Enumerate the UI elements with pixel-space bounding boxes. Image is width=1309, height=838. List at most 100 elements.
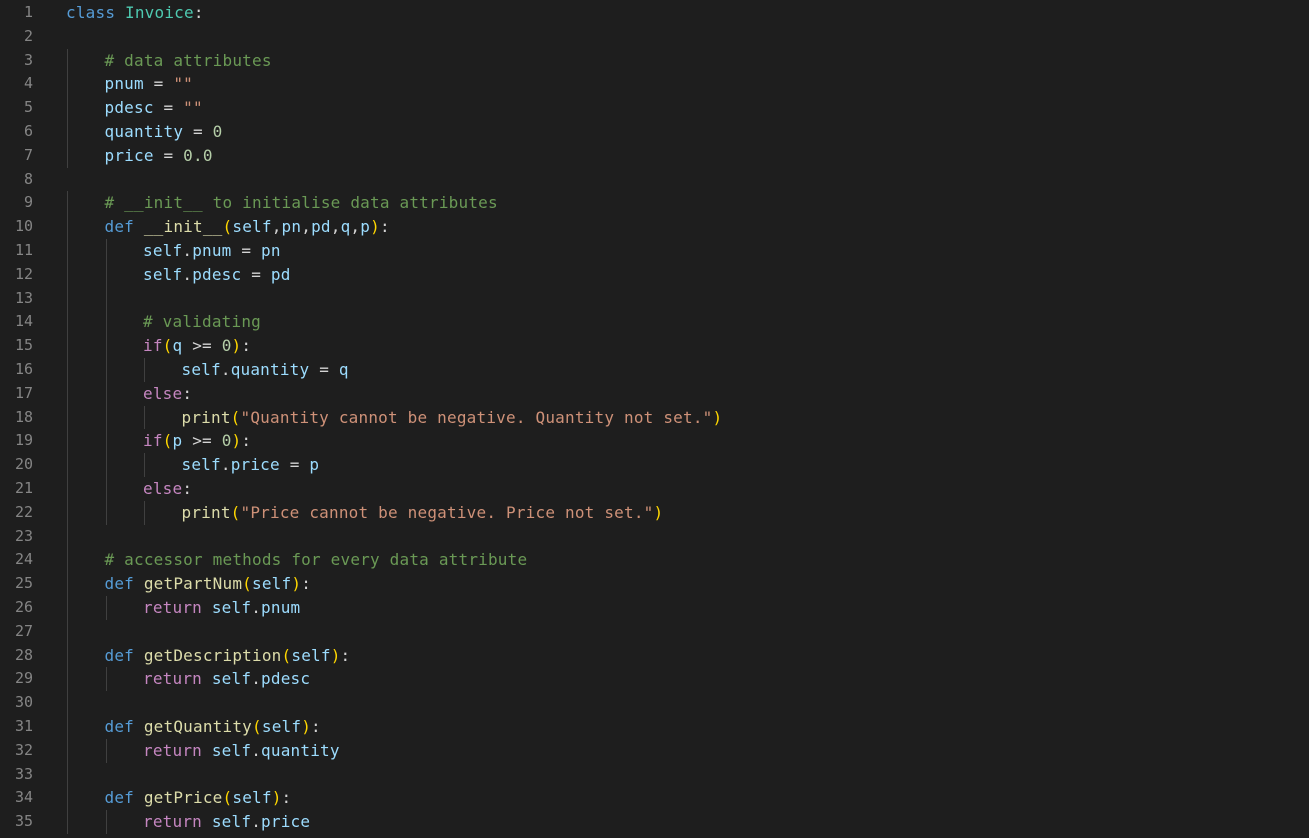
code-token: else <box>143 479 183 498</box>
code-line[interactable]: 6 quantity = 0 <box>0 120 1309 144</box>
line-number: 12 <box>14 264 33 283</box>
code-line[interactable]: 25 def getPartNum(self): <box>0 572 1309 596</box>
code-token: ( <box>230 407 241 427</box>
code-line[interactable]: 34 def getPrice(self): <box>0 786 1309 811</box>
code-line[interactable]: 21 else: <box>0 477 1309 501</box>
indent-guide <box>144 358 145 382</box>
line-number: 21 <box>14 479 33 497</box>
code-token: pnum <box>104 74 144 94</box>
code-token: ) <box>712 407 723 427</box>
code-line[interactable]: 2 <box>0 25 1309 49</box>
indent-guide <box>67 762 68 787</box>
line-number: 25 <box>14 574 33 593</box>
code-line[interactable]: 5 pdesc = "" <box>0 96 1309 120</box>
code-token: # data attributes <box>104 50 272 70</box>
code-token: ) <box>271 788 282 808</box>
indent-guide <box>105 405 107 430</box>
line-number: 26 <box>14 598 33 616</box>
indent-guide <box>67 667 68 692</box>
code-line[interactable]: 16 self.quantity = q <box>0 358 1309 382</box>
indent-guide <box>144 405 145 430</box>
code-line[interactable]: 15 if(q >= 0): <box>0 334 1309 358</box>
code-token: if <box>143 431 163 451</box>
indent-guide <box>105 429 107 454</box>
code-line[interactable]: 23 <box>0 524 1309 549</box>
code-line[interactable]: 1 class Invoice: <box>0 1 1309 25</box>
code-line[interactable]: 27 <box>0 619 1309 644</box>
code-text: def getDescription(self): <box>105 644 351 668</box>
code-token: 0 <box>221 431 232 451</box>
indent-guide <box>67 715 68 739</box>
code-text: return self.pnum <box>143 596 300 620</box>
indent-guide <box>105 667 107 692</box>
code-line[interactable]: 29 return self.pdesc <box>0 667 1309 692</box>
code-text: return self.price <box>143 810 310 834</box>
code-line[interactable]: 31 def getQuantity(self): <box>0 715 1309 739</box>
code-line[interactable]: 17 else: <box>0 381 1309 406</box>
code-line[interactable]: 26 return self.pnum <box>0 596 1309 620</box>
line-number: 2 <box>23 26 33 45</box>
code-token: . <box>251 812 262 832</box>
code-line[interactable]: 22 print("Price cannot be negative. Price… <box>0 500 1309 525</box>
indent-guide <box>67 96 68 120</box>
line-number: 18 <box>14 407 33 426</box>
code-line[interactable]: 4 pnum = "" <box>0 72 1309 97</box>
code-text: class Invoice: <box>66 1 204 25</box>
line-number: 1 <box>23 3 33 21</box>
indent-guide <box>67 548 68 573</box>
code-line[interactable]: 35 return self.price <box>0 810 1309 834</box>
code-token: self <box>211 598 252 617</box>
code-token: print <box>181 407 231 427</box>
indent-guide <box>105 596 107 620</box>
code-token: def <box>104 717 134 736</box>
code-line[interactable]: 32 return self.quantity <box>0 738 1309 763</box>
code-token: self <box>252 574 292 594</box>
code-token: price <box>261 812 311 832</box>
line-number: 19 <box>14 431 33 450</box>
line-number: 28 <box>14 645 33 664</box>
code-line[interactable]: 33 <box>0 762 1309 787</box>
line-number: 4 <box>23 74 33 93</box>
code-line[interactable]: 10 def __init__(self,pn,pd,q,p): <box>0 215 1309 239</box>
code-line[interactable]: 20 self.price = p <box>0 453 1309 477</box>
code-line[interactable]: 28 def getDescription(self): <box>0 643 1309 668</box>
code-token: , <box>350 217 361 237</box>
line-number: 31 <box>14 717 33 735</box>
code-token: . <box>251 598 262 617</box>
code-editor[interactable]: 1 class Invoice: 2 3 # data attributes 4 pnum … <box>0 0 1309 838</box>
code-line[interactable]: 18 print("Quantity cannot be negative. Qu… <box>0 405 1309 430</box>
code-token: self <box>143 264 183 284</box>
code-line[interactable]: 12 self.pdesc = pd <box>0 262 1309 287</box>
code-line[interactable]: 9 # __init__ to initialise data attribute… <box>0 191 1309 216</box>
code-token: p <box>360 217 371 237</box>
code-token: ) <box>653 502 664 522</box>
line-number: 9 <box>23 193 33 212</box>
code-line[interactable]: 14 # validating <box>0 310 1309 335</box>
code-token: price <box>104 145 154 165</box>
code-token: 0.0 <box>183 145 213 165</box>
indent-guide <box>67 120 68 144</box>
code-token: getDescription <box>143 645 282 665</box>
code-line[interactable]: 30 <box>0 691 1309 715</box>
code-line[interactable]: 7 price = 0.0 <box>0 143 1309 168</box>
code-text: def getQuantity(self): <box>105 715 321 739</box>
indent-guide <box>105 239 107 263</box>
code-token: ) <box>291 574 302 594</box>
code-line[interactable]: 3 # data attributes <box>0 48 1309 73</box>
line-number: 32 <box>14 740 33 759</box>
code-line[interactable]: 19 if(p >= 0): <box>0 429 1309 454</box>
code-line[interactable]: 8 <box>0 168 1309 192</box>
code-token: self <box>211 669 252 689</box>
indent-guide <box>67 262 68 287</box>
line-number: 14 <box>14 312 33 331</box>
line-number: 30 <box>14 693 33 712</box>
indent-guide <box>105 453 107 477</box>
code-line[interactable]: 24 # accessor methods for every data attr… <box>0 548 1309 573</box>
code-token: self <box>143 241 183 260</box>
code-line[interactable]: 11 self.pnum = pn <box>0 239 1309 263</box>
code-token: quantity <box>104 122 184 141</box>
line-number: 23 <box>14 526 33 545</box>
code-line[interactable]: 13 <box>0 286 1309 311</box>
